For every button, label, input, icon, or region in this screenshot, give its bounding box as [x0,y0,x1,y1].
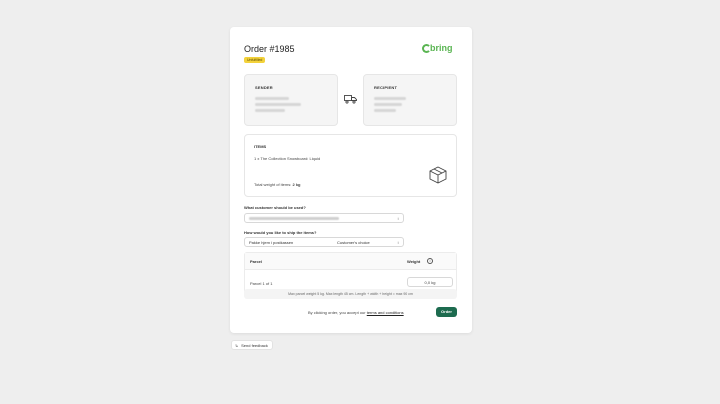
parcel-limits-note: Max parcel weight 5 kg. Max length 45 cm… [244,289,457,299]
terms-text: By clicking order, you accept our terms … [308,310,404,315]
weight-input[interactable]: 0,0 kg [407,277,453,287]
sender-address-line [255,109,285,112]
recipient-label: RECIPIENT [374,85,398,90]
recipient-box: RECIPIENT [363,74,457,126]
sender-box: SENDER [244,74,338,126]
total-weight: Total weight of items: 2 kg [254,182,301,187]
bring-logo-text: bring [430,43,453,53]
send-feedback-label: Send feedback [241,343,268,348]
order-button[interactable]: Order [436,307,457,317]
feedback-icon: ↳ [235,343,239,348]
items-label: ITEMS [254,144,267,149]
recipient-address-line [374,109,396,112]
line-item: 1 x The Collection Snowboard: Liquid [254,156,321,161]
truck-icon [344,95,357,104]
shipping-select[interactable]: Pakke hjem i postkassen Customer's choic… [244,237,404,247]
terms-link[interactable]: terms and conditions [367,310,404,315]
sender-address-line [255,97,289,100]
items-box: ITEMS 1 x The Collection Snowboard: Liqu… [244,134,457,197]
sender-label: SENDER [255,85,273,90]
sender-address-line [255,103,301,106]
shipping-question: How would you like to ship the items? [244,230,317,235]
chevron-updown-icon: ↕ [397,240,399,245]
shipping-option: Customer's choice [337,240,370,245]
total-weight-label: Total weight of items: [254,182,292,187]
total-weight-value: 2 kg [292,182,301,187]
order-card: Order #1985 Unfulfilled bring SENDER REC… [230,27,472,333]
parcel-row-label: Parcel 1 of 1 [250,281,273,286]
col-weight: Weight [407,259,421,264]
terms-prefix: By clicking order, you accept our [308,310,366,315]
recipient-address-line [374,97,406,100]
bring-logo: bring [422,43,456,55]
send-feedback-button[interactable]: ↳ Send feedback [231,340,273,350]
order-title: Order #1985 [244,44,295,54]
info-icon[interactable]: i [427,258,433,264]
col-parcel: Parcel [250,259,263,264]
status-badge: Unfulfilled [244,57,266,63]
customer-select-value [249,217,339,221]
shipping-method: Pakke hjem i postkassen [249,240,294,245]
customer-question: What customer should be used? [244,205,306,210]
package-icon [429,166,447,184]
recipient-address-line [374,103,402,106]
chevron-updown-icon: ↕ [397,216,399,221]
parcel-table-header: Parcel Weight i [245,253,456,270]
customer-select[interactable]: ↕ [244,213,404,223]
